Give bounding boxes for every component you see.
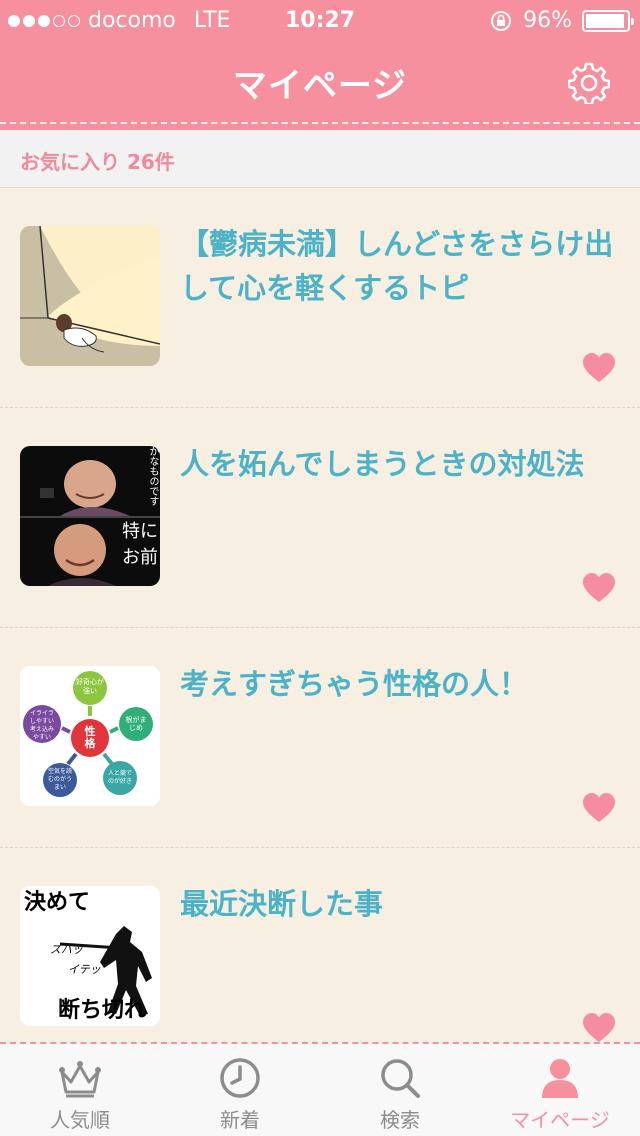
item-title[interactable]: 【鬱病未満】しんどさをさらけ出して心を軽くするトピ xyxy=(180,222,620,310)
tab-mypage[interactable]: マイページ xyxy=(480,1044,640,1136)
tab-search[interactable]: 検索 xyxy=(320,1044,480,1136)
list-item[interactable]: 性格 好奇心が強い 根がまじめ 人と競で のが好き 空気を読むのがうまい イライ… xyxy=(0,628,640,848)
gear-icon[interactable] xyxy=(568,62,610,104)
status-right: 96% xyxy=(489,8,634,33)
heart-icon[interactable] xyxy=(582,1012,616,1042)
clock-icon xyxy=(220,1058,260,1098)
calligraphy-line-2: ズバッ xyxy=(50,943,83,956)
page-title: マイページ xyxy=(232,66,408,106)
tab-ranking[interactable]: 人気順 xyxy=(0,1044,160,1136)
crown-icon xyxy=(59,1061,101,1098)
search-icon xyxy=(381,1059,420,1098)
heart-icon[interactable] xyxy=(582,352,616,384)
calligraphy-line-4: 断ち切れ xyxy=(58,997,147,1023)
diagram-center-label: 性格 xyxy=(84,725,96,750)
favorites-list: 【鬱病未満】しんどさをさらけ出して心を軽くするトピ かなものです 特に お前 人… xyxy=(0,188,640,1042)
tab-label: 新着 xyxy=(220,1108,260,1132)
battery-percent: 96% xyxy=(523,8,572,33)
diagram-bottom-right-label: 人と競で のが好き xyxy=(108,770,133,785)
list-item[interactable]: 【鬱病未満】しんどさをさらけ出して心を軽くするトピ xyxy=(0,188,640,408)
favorites-count-bar: お気に入り 26件 xyxy=(0,130,640,188)
diagram-bottom-left-label: 空気を読むのがうまい xyxy=(48,768,73,791)
thumb-caption-bottom-2: お前 xyxy=(122,547,158,568)
tab-label: 人気順 xyxy=(50,1108,110,1132)
item-title[interactable]: 考えすぎちゃう性格の人！ xyxy=(180,662,620,706)
favorites-count: お気に入り 26件 xyxy=(20,150,175,174)
item-title[interactable]: 人を妬んでしまうときの対処法 xyxy=(180,442,620,486)
calligraphy-line-1: 決めて xyxy=(24,889,91,915)
calligraphy-line-3: イテッ xyxy=(68,963,101,976)
tab-label: 検索 xyxy=(380,1108,420,1132)
thumbnail-woman-in-corner xyxy=(20,226,160,366)
diagram-right-label: 根がまじめ xyxy=(125,716,147,732)
heart-icon[interactable] xyxy=(582,792,616,824)
tab-new[interactable]: 新着 xyxy=(160,1044,320,1136)
battery-icon xyxy=(582,9,634,32)
list-item[interactable]: 決めて ズバッ イテッ 断ち切れ 最近決断した事 xyxy=(0,848,640,1042)
item-title[interactable]: 最近決断した事 xyxy=(180,882,620,926)
thumbnail-calligraphy-samurai: 決めて ズバッ イテッ 断ち切れ xyxy=(20,886,160,1026)
thumbnail-personality-diagram: 性格 好奇心が強い 根がまじめ 人と競で のが好き 空気を読むのがうまい イライ… xyxy=(20,666,160,806)
rotation-lock-icon xyxy=(491,10,512,31)
thumb-caption-bottom-1: 特に xyxy=(122,521,158,542)
tab-bar: 人気順 新着 検索 マイページ xyxy=(0,1042,640,1136)
heart-icon[interactable] xyxy=(582,572,616,604)
thumb-caption-top: かなものです xyxy=(147,446,158,506)
person-icon xyxy=(542,1059,578,1098)
battery-fill xyxy=(586,13,625,28)
diagram-top-label: 好奇心が強い xyxy=(76,678,104,695)
thumbnail-nun-portraits: かなものです 特に お前 xyxy=(20,446,160,586)
thumbnail-image xyxy=(20,226,160,366)
diagram-left-label: イライラしやすい考え込みやすい xyxy=(29,710,54,741)
header: docomo LTE 10:27 96% マイページ xyxy=(0,0,640,130)
tab-label: マイページ xyxy=(510,1108,610,1132)
list-item[interactable]: かなものです 特に お前 人を妬んでしまうときの対処法 xyxy=(0,408,640,628)
status-bar: docomo LTE 10:27 96% xyxy=(0,0,640,40)
